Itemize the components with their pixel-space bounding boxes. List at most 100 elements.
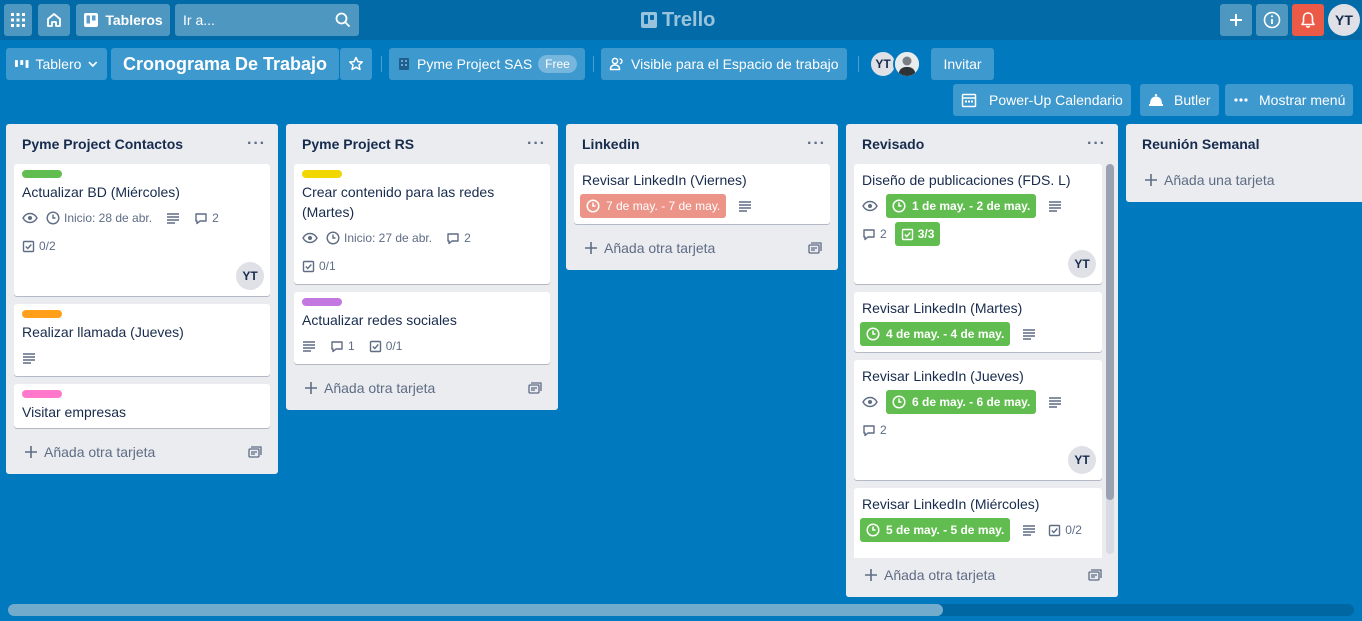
card[interactable]: Realizar llamada (Jueves) [14, 304, 270, 376]
comments-count: 2 [880, 227, 887, 241]
list-title[interactable]: Reunión Semanal [1142, 136, 1259, 152]
checklist-badge: 0/2 [1048, 523, 1082, 537]
list-linkedin: Linkedin ··· Revisar LinkedIn (Viernes) … [566, 124, 838, 270]
add-card-button[interactable]: Añada otra tarjeta [14, 438, 270, 466]
apps-grid-button[interactable] [4, 4, 32, 36]
calendar-powerup-button[interactable]: Power-Up Calendario [953, 84, 1131, 116]
card-label-pink[interactable] [22, 390, 62, 398]
star-icon [348, 56, 364, 71]
workspace-name: Pyme Project SAS [417, 56, 533, 72]
invite-button[interactable]: Invitar [931, 48, 994, 80]
info-button[interactable] [1256, 4, 1288, 36]
list-title[interactable]: Pyme Project Contactos [22, 136, 183, 152]
board-icon [84, 13, 99, 27]
comments-count: 2 [880, 423, 887, 437]
member-avatar-photo[interactable] [893, 50, 921, 78]
due-date-badge-complete[interactable]: 1 de may. - 2 de may. [886, 194, 1037, 218]
checklist-count: 0/1 [385, 339, 403, 353]
checklist-count: 0/2 [1065, 523, 1082, 537]
checklist-badge: 0/1 [369, 339, 403, 353]
due-date-text: 4 de may. - 4 de may. [886, 327, 1005, 341]
comment-icon [863, 424, 875, 436]
card-title: Actualizar redes sociales [302, 312, 457, 328]
list-scrollbar-thumb[interactable] [1106, 164, 1114, 500]
card-member-avatar[interactable]: YT [236, 262, 264, 290]
list-menu-icon[interactable]: ··· [243, 135, 270, 153]
template-icon[interactable] [248, 446, 262, 458]
start-date-text: Inicio: 27 de abr. [344, 231, 433, 245]
list-vertical-scrollbar[interactable] [1106, 164, 1114, 554]
comment-icon [195, 212, 207, 224]
bell-icon [1301, 12, 1315, 28]
card[interactable]: Actualizar redes sociales 1 0/1 [294, 292, 550, 364]
clock-icon [892, 199, 906, 213]
card[interactable]: Revisar LinkedIn (Miércoles) 5 de may. -… [854, 488, 1102, 560]
calendar-icon [961, 93, 977, 108]
list-menu-icon[interactable]: ··· [1083, 135, 1110, 153]
card[interactable]: Diseño de publicaciones (FDS. L) 1 de ma… [854, 164, 1102, 284]
card[interactable]: Actualizar BD (Miércoles) Inicio: 28 de … [14, 164, 270, 296]
notifications-button[interactable] [1292, 4, 1324, 36]
due-date-badge-complete[interactable]: 4 de may. - 4 de may. [860, 322, 1011, 346]
template-icon[interactable] [528, 382, 542, 394]
board-title[interactable]: Cronograma De Trabajo [111, 48, 340, 80]
eye-icon [862, 200, 878, 212]
template-icon[interactable] [808, 242, 822, 254]
board-horizontal-scrollbar[interactable] [8, 604, 1354, 616]
create-button[interactable] [1220, 4, 1252, 36]
card-title: Revisar LinkedIn (Miércoles) [862, 496, 1040, 512]
list-title[interactable]: Linkedin [582, 136, 640, 152]
clock-icon [892, 395, 906, 409]
search-input[interactable]: Ir a... [175, 4, 359, 36]
comments-badge: 2 [862, 423, 887, 437]
due-date-badge-complete[interactable]: 6 de may. - 6 de may. [886, 390, 1037, 414]
card[interactable]: Revisar LinkedIn (Martes) 4 de may. - 4 … [854, 292, 1102, 352]
card-label-purple[interactable] [302, 298, 342, 306]
eye-icon [22, 212, 38, 224]
add-card-button[interactable]: Añada una tarjeta [1134, 166, 1354, 194]
card[interactable]: Revisar LinkedIn (Viernes) 7 de may. - 7… [574, 164, 830, 224]
add-card-button[interactable]: Añada otra tarjeta [294, 374, 550, 402]
checklist-badge: 0/2 [22, 239, 56, 253]
card-label-orange[interactable] [22, 310, 62, 318]
checklist-count: 0/2 [39, 239, 56, 253]
description-icon [167, 213, 180, 224]
add-card-button[interactable]: Añada otra tarjeta [854, 561, 1110, 589]
list-pyme-project-contactos: Pyme Project Contactos ··· Actualizar BD… [6, 124, 278, 474]
visibility-button[interactable]: Visible para el Espacio de trabajo [601, 48, 847, 80]
card[interactable]: Revisar LinkedIn (Jueves) 6 de may. - 6 … [854, 360, 1102, 480]
board-view-switcher[interactable]: Tablero [6, 48, 107, 80]
list-title[interactable]: Revisado [862, 136, 924, 152]
list-menu-icon[interactable]: ··· [523, 135, 550, 153]
user-avatar[interactable]: YT [1328, 4, 1360, 36]
board-scrollbar-thumb[interactable] [8, 604, 943, 616]
list-menu-icon[interactable]: ··· [803, 135, 830, 153]
show-menu-button[interactable]: Mostrar menú [1225, 84, 1354, 116]
due-date-text: 1 de may. - 2 de may. [912, 199, 1031, 213]
trello-logo[interactable]: Trello [641, 8, 715, 32]
add-card-button[interactable]: Añada otra tarjeta [574, 234, 830, 262]
due-date-badge-overdue[interactable]: 7 de may. - 7 de may. [580, 194, 727, 218]
start-date-badge: Inicio: 28 de abr. [46, 211, 152, 225]
workspace-button[interactable]: Pyme Project SAS Free [389, 48, 585, 80]
card[interactable]: Crear contenido para las redes (Martes) … [294, 164, 550, 284]
board-view-label: Tablero [35, 56, 82, 72]
card-label-green[interactable] [22, 170, 62, 178]
card-member-avatar[interactable]: YT [1068, 446, 1096, 474]
card-member-avatar[interactable]: YT [1068, 250, 1096, 278]
list-title[interactable]: Pyme Project RS [302, 136, 414, 152]
comment-icon [331, 340, 343, 352]
logo-text: Trello [662, 8, 716, 31]
card[interactable]: Visitar empresas [14, 384, 270, 428]
star-board-button[interactable] [340, 48, 372, 80]
checklist-icon [22, 240, 35, 252]
home-button[interactable] [38, 4, 70, 36]
add-card-label: Añada otra tarjeta [44, 444, 156, 460]
search-icon[interactable] [327, 12, 359, 28]
due-date-badge-complete[interactable]: 5 de may. - 5 de may. [860, 518, 1011, 542]
comment-icon [447, 232, 459, 244]
boards-button[interactable]: Tableros [76, 4, 170, 36]
template-icon[interactable] [1088, 569, 1102, 581]
butler-button[interactable]: Butler [1140, 84, 1219, 116]
card-label-yellow[interactable] [302, 170, 342, 178]
